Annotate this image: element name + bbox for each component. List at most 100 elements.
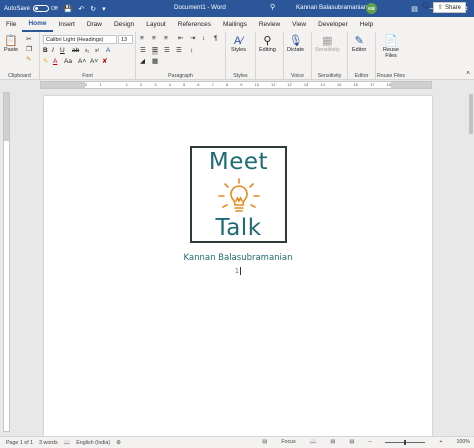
italic-icon[interactable]: I [52, 47, 54, 55]
increase-indent-icon[interactable]: ⇥ [190, 35, 195, 43]
tab-design[interactable]: Design [108, 17, 140, 32]
shrink-font-icon[interactable]: A˅ [90, 58, 98, 66]
author-name[interactable]: Kannan Balasubramanian [44, 253, 432, 263]
document-page[interactable]: Meet Talk Kannan Balasubramanian 1 [44, 96, 432, 436]
tab-review[interactable]: Review [253, 17, 286, 32]
tab-help[interactable]: Help [354, 17, 379, 32]
share-button[interactable]: ⇧ Share [432, 2, 466, 13]
save-icon[interactable]: 💾 [64, 5, 73, 13]
borders-icon[interactable]: ▦ [152, 58, 158, 66]
find-icon: ⚲ [263, 35, 272, 47]
tab-references[interactable]: References [172, 17, 217, 32]
numbering-icon[interactable]: ≡ [152, 35, 156, 43]
tab-layout[interactable]: Layout [140, 17, 172, 32]
sensitivity-button[interactable]: ▦ Sensitivity [315, 35, 340, 53]
font-color-icon[interactable]: A [53, 58, 57, 66]
align-right-icon[interactable]: ☰ [164, 47, 170, 55]
print-layout-icon[interactable]: ▤ [330, 439, 335, 445]
focus-icon[interactable]: ▤ [262, 439, 267, 445]
strikethrough-icon[interactable]: ab [72, 47, 79, 55]
superscript-icon[interactable]: x² [95, 47, 99, 55]
editor-button[interactable]: ✎ Editor [352, 35, 366, 53]
shading-icon[interactable]: ◢ [140, 58, 145, 66]
logo-talk-text: Talk [215, 215, 262, 241]
bold-icon[interactable]: B [43, 47, 48, 55]
comments-icon[interactable]: 🗨 [421, 2, 430, 10]
language[interactable]: English (India) [76, 440, 110, 446]
web-layout-icon[interactable]: ▤ [349, 439, 354, 445]
editing-button[interactable]: ⚲ Editing [259, 35, 276, 53]
redo-icon[interactable]: ↻ [90, 5, 96, 13]
cut-icon[interactable]: ✂ [26, 36, 31, 44]
share-icon: ⇧ [437, 5, 443, 11]
ribbon: 📋 Paste ✂ ❐ ✎ Clipboard Calibri Light (H… [0, 32, 474, 80]
meet-talk-logo[interactable]: Meet Talk [190, 146, 287, 243]
search-icon[interactable]: ⚲ [270, 3, 275, 11]
tab-insert[interactable]: Insert [53, 17, 81, 32]
reuse-files-group-label: Reuse Files [377, 73, 405, 79]
text-effects-icon[interactable]: A [106, 47, 110, 55]
ruler-strip[interactable]: 2 1 1 2 3 4 5 6 7 8 9 10 11 12 13 14 15 16 17 18 [40, 81, 432, 89]
sensitivity-icon: ▦ [322, 35, 333, 47]
tab-file[interactable]: File [0, 17, 22, 32]
underline-icon[interactable]: U [60, 47, 65, 55]
undo-icon[interactable]: ↶ [78, 5, 84, 13]
highlight-icon[interactable]: ✎ [43, 58, 48, 66]
zoom-slider[interactable] [385, 439, 426, 445]
editor-label: Editor [352, 47, 367, 53]
vertical-ruler[interactable] [3, 92, 10, 432]
customize-qat-icon[interactable]: ▾ [102, 5, 106, 13]
multilevel-list-icon[interactable]: ≡ [164, 35, 168, 43]
tab-home[interactable]: Home [22, 17, 53, 32]
bullets-icon[interactable]: ≡ [140, 35, 144, 43]
copy-icon[interactable]: ❐ [26, 46, 32, 54]
tab-developer[interactable]: Developer [312, 17, 354, 32]
read-mode-icon[interactable]: 📖 [310, 439, 317, 445]
word-count[interactable]: 3 words [39, 440, 58, 446]
align-left-icon[interactable]: ☰ [140, 47, 146, 55]
tab-mailings[interactable]: Mailings [217, 17, 253, 32]
sensitivity-group: ▦ Sensitivity Sensitivity [312, 32, 348, 80]
clear-formatting-icon[interactable]: ✘ [102, 58, 107, 66]
user-name[interactable]: Kannan Balasubramanian [296, 4, 367, 11]
focus-label[interactable]: Focus [281, 439, 295, 445]
justify-icon[interactable]: ☰ [176, 47, 182, 55]
styles-label: Styles [231, 47, 246, 53]
dictate-button[interactable]: 🎙 Dictate [287, 35, 304, 53]
page-number-value: 1 [234, 267, 240, 275]
vertical-scrollbar[interactable] [468, 90, 474, 436]
avatar[interactable]: KB [366, 3, 377, 14]
accessibility-icon[interactable]: ⚙ [116, 440, 121, 446]
subscript-icon[interactable]: x₂ [85, 47, 89, 55]
status-right: ▤ Focus 📖 ▤ ▤ – + 100% [256, 439, 470, 445]
font-size-select[interactable]: 13 [118, 35, 133, 44]
proofing-icon[interactable]: 📖 [64, 440, 71, 446]
sort-icon[interactable]: ↕ [202, 35, 205, 43]
page-count[interactable]: Page 1 of 1 [6, 440, 33, 446]
ruler-number: 1 [99, 82, 102, 87]
collapse-ribbon-icon[interactable]: ˄ [466, 70, 470, 78]
font-family-select[interactable]: Calibri Light (Headings) [43, 35, 117, 44]
zoom-out-icon[interactable]: – [368, 439, 371, 445]
align-center-icon[interactable]: ☰ [152, 47, 158, 55]
zoom-level[interactable]: 100% [456, 439, 470, 445]
styles-icon: A∕ [233, 35, 244, 47]
autosave-toggle[interactable] [33, 5, 50, 12]
change-case-icon[interactable]: Aa [64, 58, 72, 66]
reuse-files-button[interactable]: 📄 Reuse Files [379, 35, 403, 59]
ruler-number: 6 [197, 82, 200, 87]
show-formatting-icon[interactable]: ¶ [214, 35, 218, 43]
line-spacing-icon[interactable]: ↕ [190, 47, 193, 55]
grow-font-icon[interactable]: A˄ [78, 58, 86, 66]
editor-group-label: Editor [354, 73, 369, 79]
zoom-in-icon[interactable]: + [439, 439, 442, 445]
format-painter-icon[interactable]: ✎ [26, 56, 31, 64]
autosave-control[interactable]: AutoSave Off [0, 5, 58, 12]
tab-view[interactable]: View [286, 17, 312, 32]
paste-button[interactable]: 📋 Paste [4, 35, 18, 53]
page-number-field[interactable]: 1 [44, 267, 432, 275]
tab-draw[interactable]: Draw [81, 17, 108, 32]
scrollbar-thumb[interactable] [469, 94, 473, 134]
decrease-indent-icon[interactable]: ⇤ [178, 35, 183, 43]
styles-button[interactable]: A∕ Styles [231, 35, 246, 53]
